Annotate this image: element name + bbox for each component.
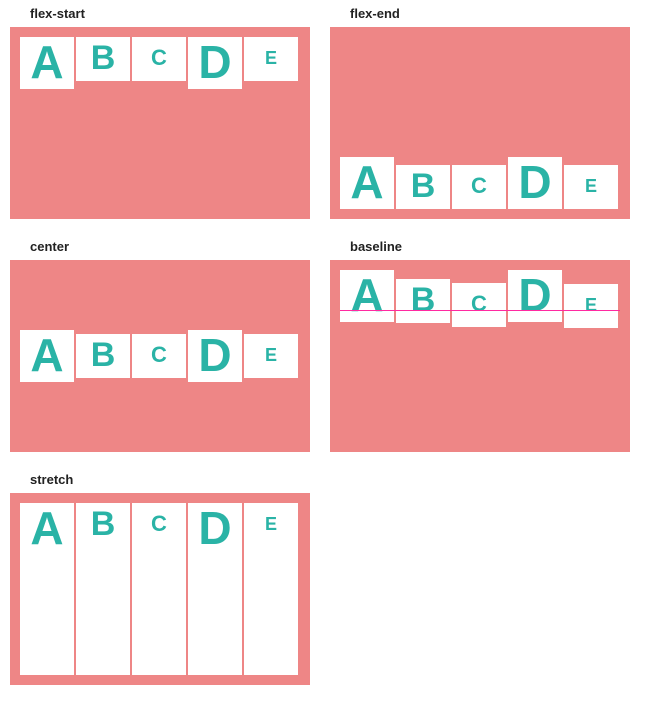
panel-flex-end: flex-end A B C D E — [330, 6, 630, 219]
panel-label: flex-start — [30, 6, 310, 21]
flex-item: C — [132, 334, 186, 378]
flex-container-center: A B C D E — [10, 260, 310, 452]
flex-item: D — [508, 270, 562, 322]
flex-item: D — [188, 37, 242, 89]
flex-item: A — [340, 270, 394, 322]
panel-stretch: stretch A B C D E — [10, 472, 310, 685]
flex-item: D — [188, 330, 242, 382]
flex-item: B — [396, 279, 450, 323]
flex-item: B — [396, 165, 450, 209]
flex-item: C — [132, 503, 186, 675]
flex-item: B — [76, 334, 130, 378]
flex-item: E — [564, 284, 618, 328]
flex-item: A — [20, 37, 74, 89]
panel-label: center — [30, 239, 310, 254]
flex-item: C — [452, 165, 506, 209]
panel-label: stretch — [30, 472, 310, 487]
panel-flex-start: flex-start A B C D E — [10, 6, 310, 219]
panel-label: baseline — [350, 239, 630, 254]
flex-item: E — [244, 334, 298, 378]
flex-item: C — [132, 37, 186, 81]
panel-center: center A B C D E — [10, 239, 310, 452]
flex-item: E — [244, 503, 298, 675]
flex-item: A — [20, 503, 74, 675]
flex-container-baseline: A B C D E — [330, 260, 630, 452]
flex-item: C — [452, 283, 506, 327]
flex-item: E — [244, 37, 298, 81]
baseline-guide-line — [340, 310, 620, 311]
panel-baseline: baseline A B C D E — [330, 239, 630, 452]
flex-container-flex-end: A B C D E — [330, 27, 630, 219]
flex-item: A — [340, 157, 394, 209]
flex-item: E — [564, 165, 618, 209]
flex-item: D — [188, 503, 242, 675]
flex-item: A — [20, 330, 74, 382]
panel-label: flex-end — [350, 6, 630, 21]
flex-container-flex-start: A B C D E — [10, 27, 310, 219]
flex-container-stretch: A B C D E — [10, 493, 310, 685]
align-items-diagram: flex-start A B C D E flex-end A B C D E … — [0, 0, 650, 695]
flex-item: B — [76, 503, 130, 675]
flex-item: B — [76, 37, 130, 81]
flex-item: D — [508, 157, 562, 209]
